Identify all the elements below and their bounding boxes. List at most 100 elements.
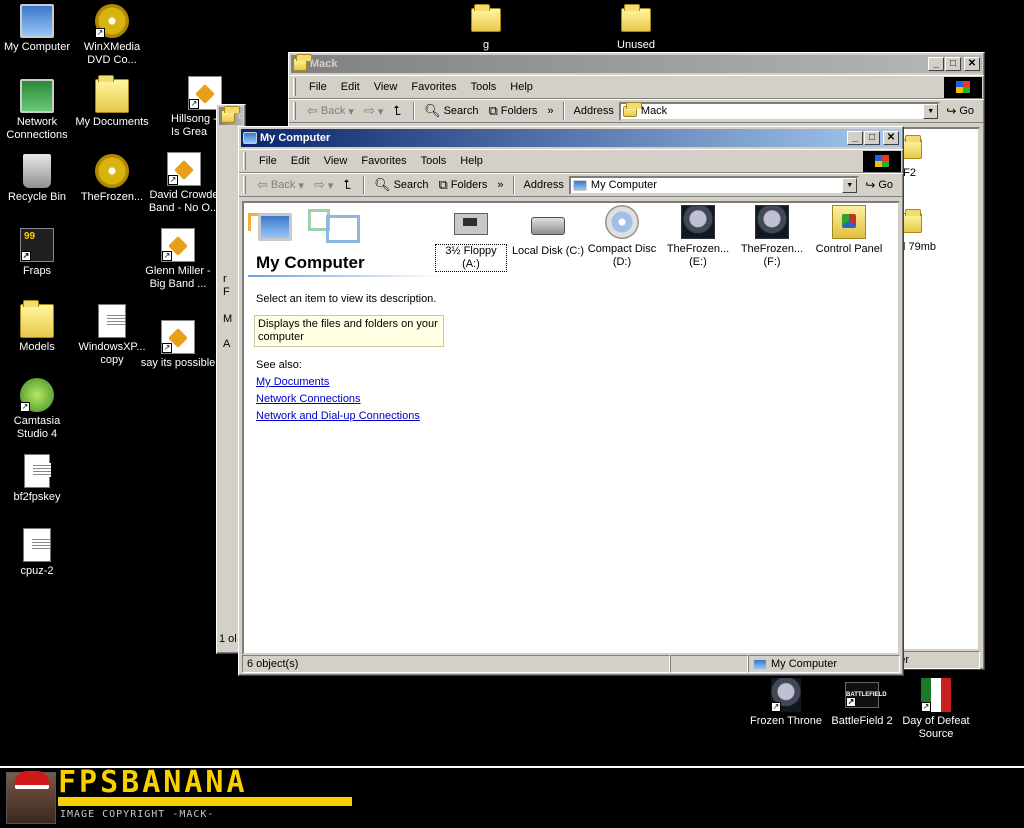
desktop-icon-winxmedia[interactable]: ↗ WinXMedia DVD Co... bbox=[74, 4, 150, 67]
separator bbox=[363, 176, 366, 194]
desktop-icon-glenn-miller[interactable]: ↗ Glenn Miller - Big Band ... bbox=[140, 228, 216, 291]
back-arrow-icon: ⇦ bbox=[257, 177, 268, 192]
control-panel[interactable]: Control Panel bbox=[810, 205, 888, 256]
folder-icon bbox=[621, 4, 651, 32]
my-computer-content[interactable]: My Computer Select an item to view its d… bbox=[242, 201, 900, 655]
webview-heading: My Computer bbox=[256, 253, 365, 272]
logo-underline-bar bbox=[58, 797, 352, 806]
forward-arrow-icon: ⇨ bbox=[363, 103, 375, 118]
menu-view[interactable]: View bbox=[317, 153, 355, 169]
window-mack-titlebar[interactable]: Mack _ □ ✕ bbox=[291, 53, 982, 73]
desktop-icon-battlefield-2[interactable]: BATTLEFIELD ↗ BattleField 2 bbox=[824, 678, 900, 728]
avatar bbox=[6, 771, 56, 824]
menu-tools[interactable]: Tools bbox=[464, 79, 504, 95]
shortcut-arrow-icon: ↗ bbox=[21, 251, 31, 261]
window-dod-titlebar[interactable]: dod bbox=[219, 105, 243, 125]
floppy-icon bbox=[454, 213, 488, 235]
windows-logo-icon bbox=[863, 151, 901, 172]
desktop-icon-bf2fpskey[interactable]: bf2fpskey bbox=[0, 454, 75, 504]
folders-button[interactable]: ⧉ Folders bbox=[433, 175, 492, 195]
desktop-icon-day-of-defeat[interactable]: ↗ Day of Defeat Source bbox=[898, 678, 974, 741]
menu-edit[interactable]: Edit bbox=[334, 79, 367, 95]
heading-underline bbox=[248, 275, 444, 277]
desktop-icon-network-connections[interactable]: Network Connections bbox=[0, 79, 75, 142]
search-icon: 🔍︎ bbox=[424, 103, 441, 118]
shortcut-arrow-icon: ↗ bbox=[162, 251, 172, 261]
shortcut-arrow-icon: ↗ bbox=[189, 99, 199, 109]
desktop-icon-say-its-possible[interactable]: ↗ say its possible bbox=[140, 320, 216, 370]
toolbar-overflow-button[interactable]: » bbox=[542, 103, 558, 119]
menu-view[interactable]: View bbox=[367, 79, 405, 95]
separator bbox=[512, 176, 515, 194]
desktop-icon-recycle-bin[interactable]: Recycle Bin bbox=[0, 154, 75, 204]
drive-thefrozen-f[interactable]: TheFrozen... (F:) bbox=[736, 205, 808, 269]
desktop-icon-models[interactable]: Models bbox=[0, 300, 75, 354]
desktop-icon-frozen-throne[interactable]: ↗ Frozen Throne bbox=[748, 678, 824, 728]
drive-floppy-a[interactable]: 3½ Floppy (A:) bbox=[435, 207, 507, 272]
warcraft-icon: ↗ bbox=[771, 678, 801, 712]
window-my-computer[interactable]: My Computer _ □ ✕ File Edit View Favorit… bbox=[238, 126, 904, 676]
drive-thefrozen-e[interactable]: TheFrozen... (E:) bbox=[662, 205, 734, 269]
fpsbanana-logo: FPSBANANA bbox=[58, 765, 248, 800]
status-object-count: 6 object(s) bbox=[242, 655, 670, 673]
folder-icon bbox=[902, 135, 922, 159]
partial-folder-label: F2 bbox=[903, 167, 916, 179]
folders-button[interactable]: ⧉ Folders bbox=[483, 101, 542, 121]
desktop-icon-my-computer[interactable]: My Computer bbox=[0, 4, 75, 54]
desktop-icon-david-crowder[interactable]: ↗ David Crowde Band - No O... bbox=[146, 152, 222, 215]
desktop-icon-folder-g[interactable]: g bbox=[448, 4, 524, 52]
go-button[interactable]: ↪ Go bbox=[859, 178, 899, 192]
toolbar-overflow-button[interactable]: » bbox=[492, 177, 508, 193]
control-panel-icon bbox=[832, 205, 866, 239]
desktop-icon-cpuz[interactable]: cpuz-2 bbox=[0, 528, 75, 578]
close-button[interactable]: ✕ bbox=[964, 57, 980, 71]
computer-icon bbox=[243, 132, 257, 144]
menu-edit[interactable]: Edit bbox=[284, 153, 317, 169]
forward-button[interactable]: ⇨ ▾ bbox=[359, 101, 388, 121]
folder-icon bbox=[20, 300, 54, 338]
desktop-icon-fraps[interactable]: 99 ↗ Fraps bbox=[0, 228, 75, 278]
menu-help[interactable]: Help bbox=[453, 153, 490, 169]
close-button[interactable]: ✕ bbox=[883, 131, 899, 145]
desktop-icon-windowsxp-copy[interactable]: WindowsXP... copy bbox=[74, 304, 150, 367]
mack-toolbar: ⇦ Back ▾ ⇨ ▾ ⮤ 🔍︎ Search ⧉ Folders » Address… bbox=[289, 99, 984, 123]
minimize-button[interactable]: _ bbox=[847, 131, 863, 145]
webview-banner-art bbox=[246, 205, 366, 257]
back-button[interactable]: ⇦ Back ▾ bbox=[302, 101, 359, 121]
menu-tools[interactable]: Tools bbox=[414, 153, 454, 169]
menu-file[interactable]: File bbox=[252, 153, 284, 169]
address-field[interactable]: My Computer ▼ bbox=[568, 175, 860, 195]
desktop-icon-my-documents[interactable]: My Documents bbox=[74, 75, 150, 129]
search-button[interactable]: 🔍︎ Search bbox=[369, 175, 433, 195]
desktop-icon-camtasia[interactable]: ↗ Camtasia Studio 4 bbox=[0, 378, 75, 441]
shortcut-arrow-icon: ↗ bbox=[771, 702, 781, 712]
audio-file-icon: ↗ bbox=[161, 320, 195, 354]
menu-help[interactable]: Help bbox=[503, 79, 540, 95]
address-dropdown-button[interactable]: ▼ bbox=[923, 103, 939, 119]
back-button[interactable]: ⇦ Back ▾ bbox=[252, 175, 309, 195]
menu-file[interactable]: File bbox=[302, 79, 334, 95]
link-my-documents[interactable]: My Documents bbox=[256, 376, 329, 388]
drive-local-disk-c[interactable]: Local Disk (C:) bbox=[510, 207, 586, 258]
day-of-defeat-icon: ↗ bbox=[921, 678, 951, 712]
menu-favorites[interactable]: Favorites bbox=[404, 79, 463, 95]
address-field[interactable]: Mack ▼ bbox=[618, 101, 941, 121]
folders-icon: ⧉ bbox=[438, 177, 448, 192]
drive-compact-disc-d[interactable]: Compact Disc (D:) bbox=[586, 205, 658, 269]
up-folder-button[interactable]: ⮤ bbox=[338, 175, 359, 195]
desktop-icon-folder-unused[interactable]: Unused bbox=[598, 4, 674, 52]
link-network-dialup[interactable]: Network and Dial-up Connections bbox=[256, 410, 420, 422]
minimize-button[interactable]: _ bbox=[928, 57, 944, 71]
link-network-connections[interactable]: Network Connections bbox=[256, 393, 361, 405]
desktop-icon-thefrozen[interactable]: TheFrozen... bbox=[74, 154, 150, 204]
forward-button[interactable]: ⇨ ▾ bbox=[309, 175, 338, 195]
up-folder-button[interactable]: ⮤ bbox=[388, 101, 409, 121]
address-dropdown-button[interactable]: ▼ bbox=[842, 177, 858, 193]
maximize-button[interactable]: □ bbox=[864, 131, 880, 145]
menu-favorites[interactable]: Favorites bbox=[354, 153, 413, 169]
go-button[interactable]: ↪ Go bbox=[940, 104, 980, 118]
search-button[interactable]: 🔍︎ Search bbox=[419, 101, 483, 121]
computer-icon bbox=[258, 213, 292, 241]
window-my-computer-titlebar[interactable]: My Computer _ □ ✕ bbox=[241, 129, 901, 147]
maximize-button[interactable]: □ bbox=[945, 57, 961, 71]
